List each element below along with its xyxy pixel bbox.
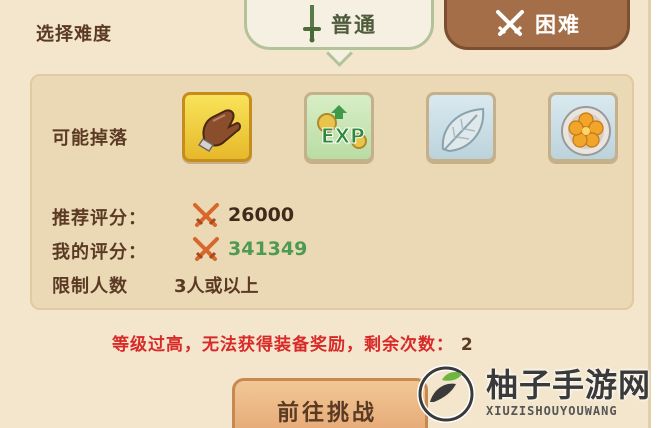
watermark-logo-icon	[417, 365, 475, 423]
drops-label: 可能掉落	[52, 128, 128, 149]
watermark-subtext: XIUZISHOUYOUWANG	[486, 404, 618, 418]
warning-message: 等级过高，无法获得装备奖励，剩余次数：	[112, 335, 454, 355]
warning-text: 等级过高，无法获得装备奖励，剩余次数： 2	[112, 330, 474, 355]
panel-title: 选择难度	[36, 24, 112, 45]
drop-item-leaf[interactable]	[426, 92, 496, 162]
leaf-icon	[441, 107, 485, 153]
glove-icon	[197, 109, 241, 153]
drop-item-glove[interactable]	[182, 92, 252, 162]
flower-plate-icon	[561, 106, 611, 156]
my-score-value: 341349	[228, 238, 308, 260]
drop-item-exp[interactable]: EXP	[304, 92, 374, 162]
remaining-count: 2	[460, 335, 474, 355]
recommended-score-value: 26000	[228, 204, 295, 226]
tab-hard[interactable]: 困难	[444, 0, 630, 50]
power-icon	[193, 203, 219, 227]
exp-icon: EXP	[317, 105, 367, 149]
player-limit-label: 限制人数	[52, 276, 128, 297]
power-icon	[193, 237, 219, 261]
tab-hard-label: 困难	[535, 13, 581, 37]
tab-normal-label: 普通	[331, 13, 377, 37]
recommended-score-label: 推荐评分：	[52, 208, 147, 229]
go-challenge-button[interactable]: 前往挑战	[232, 378, 428, 428]
drop-item-flower[interactable]	[548, 92, 618, 162]
player-limit-value: 3人或以上	[174, 276, 259, 297]
watermark-text: 柚子手游网	[486, 366, 652, 404]
svg-text:EXP: EXP	[321, 124, 365, 148]
go-challenge-label: 前往挑战	[277, 401, 378, 426]
crossed-swords-icon	[496, 10, 524, 36]
tab-normal[interactable]: 普通	[244, 0, 434, 50]
my-score-label: 我的评分：	[52, 242, 147, 263]
sword-icon	[303, 5, 321, 43]
